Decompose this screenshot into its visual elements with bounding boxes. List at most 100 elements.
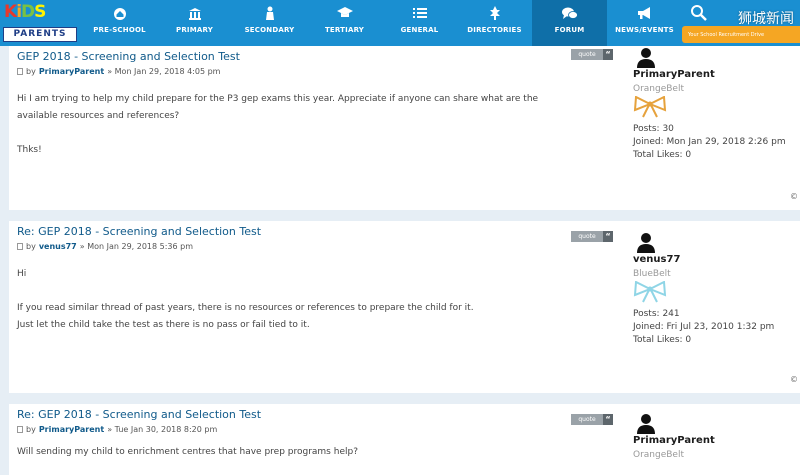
file-icon (17, 243, 23, 250)
profile-stats: Posts: 30 Joined: Mon Jan 29, 2018 2:26 … (633, 123, 800, 162)
author-profile: venus77 BlueBelt Posts: 241 Joined: Fri … (633, 231, 800, 347)
meta-by: by (26, 425, 36, 434)
post-body: Will sending my child to enrichment cent… (17, 444, 617, 461)
forum-post: Re: GEP 2018 - Screening and Selection T… (9, 221, 800, 393)
building-icon (187, 6, 203, 20)
quote-label: quote (578, 51, 596, 58)
post-author-link[interactable]: venus77 (39, 242, 77, 251)
quote-label: quote (578, 233, 596, 240)
top-navbar: KiDS PARENTS PRE-SCHOOL PRIMARY SECONDAR… (0, 0, 800, 46)
post-title-link[interactable]: Re: GEP 2018 - Screening and Selection T… (17, 225, 617, 238)
profile-username[interactable]: PrimaryParent (633, 435, 800, 446)
nav-primary[interactable]: PRIMARY (157, 0, 232, 46)
logo-letter: S (34, 2, 46, 22)
post-body: Hi I am trying to help my child prepare … (17, 91, 617, 159)
post-title-link[interactable]: GEP 2018 - Screening and Selection Test (17, 50, 617, 63)
profile-likes: Total Likes: 0 (633, 335, 692, 345)
nav-label: GENERAL (400, 26, 439, 34)
watermark: 狮城新闻 (738, 11, 794, 27)
profile-posts: Posts: 30 (633, 124, 674, 134)
nav-news-events[interactable]: NEWS/EVENTS (607, 0, 682, 46)
nav-directories[interactable]: DIRECTORIES (457, 0, 532, 46)
promo-button[interactable]: Your School Recruitment Drive (682, 26, 800, 43)
post-meta: by PrimaryParent » Tue Jan 30, 2018 8:20… (17, 425, 617, 434)
profile-username[interactable]: PrimaryParent (633, 69, 800, 80)
post-content: GEP 2018 - Screening and Selection Test … (17, 46, 617, 159)
site-logo[interactable]: KiDS PARENTS (0, 0, 82, 46)
post-content: Re: GEP 2018 - Screening and Selection T… (17, 221, 617, 334)
profile-joined: Joined: Mon Jan 29, 2018 2:26 pm (633, 137, 786, 147)
home-icon (112, 6, 128, 20)
quote-icon: “ (603, 231, 613, 242)
top-link-icon[interactable]: © (790, 192, 798, 201)
nav-pre-school[interactable]: PRE-SCHOOL (82, 0, 157, 46)
post-line: Will sending my child to enrichment cent… (17, 447, 358, 457)
post-line: available resources and references? (17, 111, 180, 121)
author-profile: PrimaryParent OrangeBelt Posts: 30 Joine… (633, 46, 800, 162)
post-date: » Mon Jan 29, 2018 4:05 pm (107, 67, 221, 76)
profile-rank: OrangeBelt (633, 450, 684, 460)
profile-username[interactable]: venus77 (633, 254, 800, 265)
post-title-link[interactable]: Re: GEP 2018 - Screening and Selection T… (17, 408, 617, 421)
avatar[interactable] (635, 412, 657, 434)
tree-icon (487, 6, 503, 20)
nav-label: PRE-SCHOOL (93, 26, 146, 34)
post-meta: by venus77 » Mon Jan 29, 2018 5:36 pm (17, 242, 617, 251)
search-icon[interactable] (690, 4, 708, 22)
person-icon (262, 6, 278, 20)
logo-parents: PARENTS (3, 27, 77, 42)
post-author-link[interactable]: PrimaryParent (39, 67, 104, 76)
post-author-link[interactable]: PrimaryParent (39, 425, 104, 434)
post-line: Thks! (17, 145, 42, 155)
nav-secondary[interactable]: SECONDARY (232, 0, 307, 46)
post-content: Re: GEP 2018 - Screening and Selection T… (17, 404, 617, 461)
avatar[interactable] (635, 231, 657, 253)
quote-icon: “ (603, 414, 613, 425)
forum-post: GEP 2018 - Screening and Selection Test … (9, 46, 800, 210)
orange-bow-icon (633, 95, 667, 118)
blue-bow-icon (633, 280, 667, 303)
meta-by: by (26, 67, 36, 76)
quote-button[interactable]: quote “ (571, 231, 613, 242)
post-body: Hi If you read similar thread of past ye… (17, 266, 617, 334)
author-profile: PrimaryParent OrangeBelt (633, 412, 800, 460)
profile-likes: Total Likes: 0 (633, 150, 692, 160)
file-icon (17, 68, 23, 75)
quote-label: quote (578, 416, 596, 423)
profile-joined: Joined: Fri Jul 23, 2010 1:32 pm (633, 322, 775, 332)
post-meta: by PrimaryParent » Mon Jan 29, 2018 4:05… (17, 67, 617, 76)
nav-tertiary[interactable]: TERTIARY (307, 0, 382, 46)
post-line: Hi I am trying to help my child prepare … (17, 94, 539, 104)
nav-general[interactable]: GENERAL (382, 0, 457, 46)
quote-icon: “ (603, 49, 613, 60)
logo-letter: K (4, 2, 17, 22)
nav-label: TERTIARY (324, 26, 365, 34)
quote-button[interactable]: quote “ (571, 49, 613, 60)
logo-letter: D (21, 2, 35, 22)
nav-label: PRIMARY (176, 26, 213, 34)
post-line: Hi (17, 269, 27, 279)
nav-label: FORUM (554, 26, 585, 34)
quote-button[interactable]: quote “ (571, 414, 613, 425)
nav-label: DIRECTORIES (467, 26, 522, 34)
top-link-icon[interactable]: © (790, 375, 798, 384)
graduation-cap-icon (336, 6, 353, 20)
list-icon (412, 6, 428, 20)
post-line: If you read similar thread of past years… (17, 303, 474, 313)
avatar[interactable] (635, 46, 657, 68)
nav-label: SECONDARY (244, 26, 295, 34)
nav-label: NEWS/EVENTS (615, 26, 674, 34)
profile-posts: Posts: 241 (633, 309, 680, 319)
meta-by: by (26, 242, 36, 251)
profile-rank: OrangeBelt (633, 84, 684, 94)
file-icon (17, 426, 23, 433)
profile-stats: Posts: 241 Joined: Fri Jul 23, 2010 1:32… (633, 308, 800, 347)
megaphone-icon (637, 6, 653, 20)
logo-kids: KiDS (4, 2, 46, 22)
forum-post: Re: GEP 2018 - Screening and Selection T… (9, 404, 800, 475)
chat-icon (561, 6, 578, 20)
nav-forum[interactable]: FORUM (532, 0, 607, 46)
post-line: Just let the child take the test as ther… (17, 320, 310, 330)
post-date: » Mon Jan 29, 2018 5:36 pm (79, 242, 194, 251)
post-date: » Tue Jan 30, 2018 8:20 pm (107, 425, 218, 434)
